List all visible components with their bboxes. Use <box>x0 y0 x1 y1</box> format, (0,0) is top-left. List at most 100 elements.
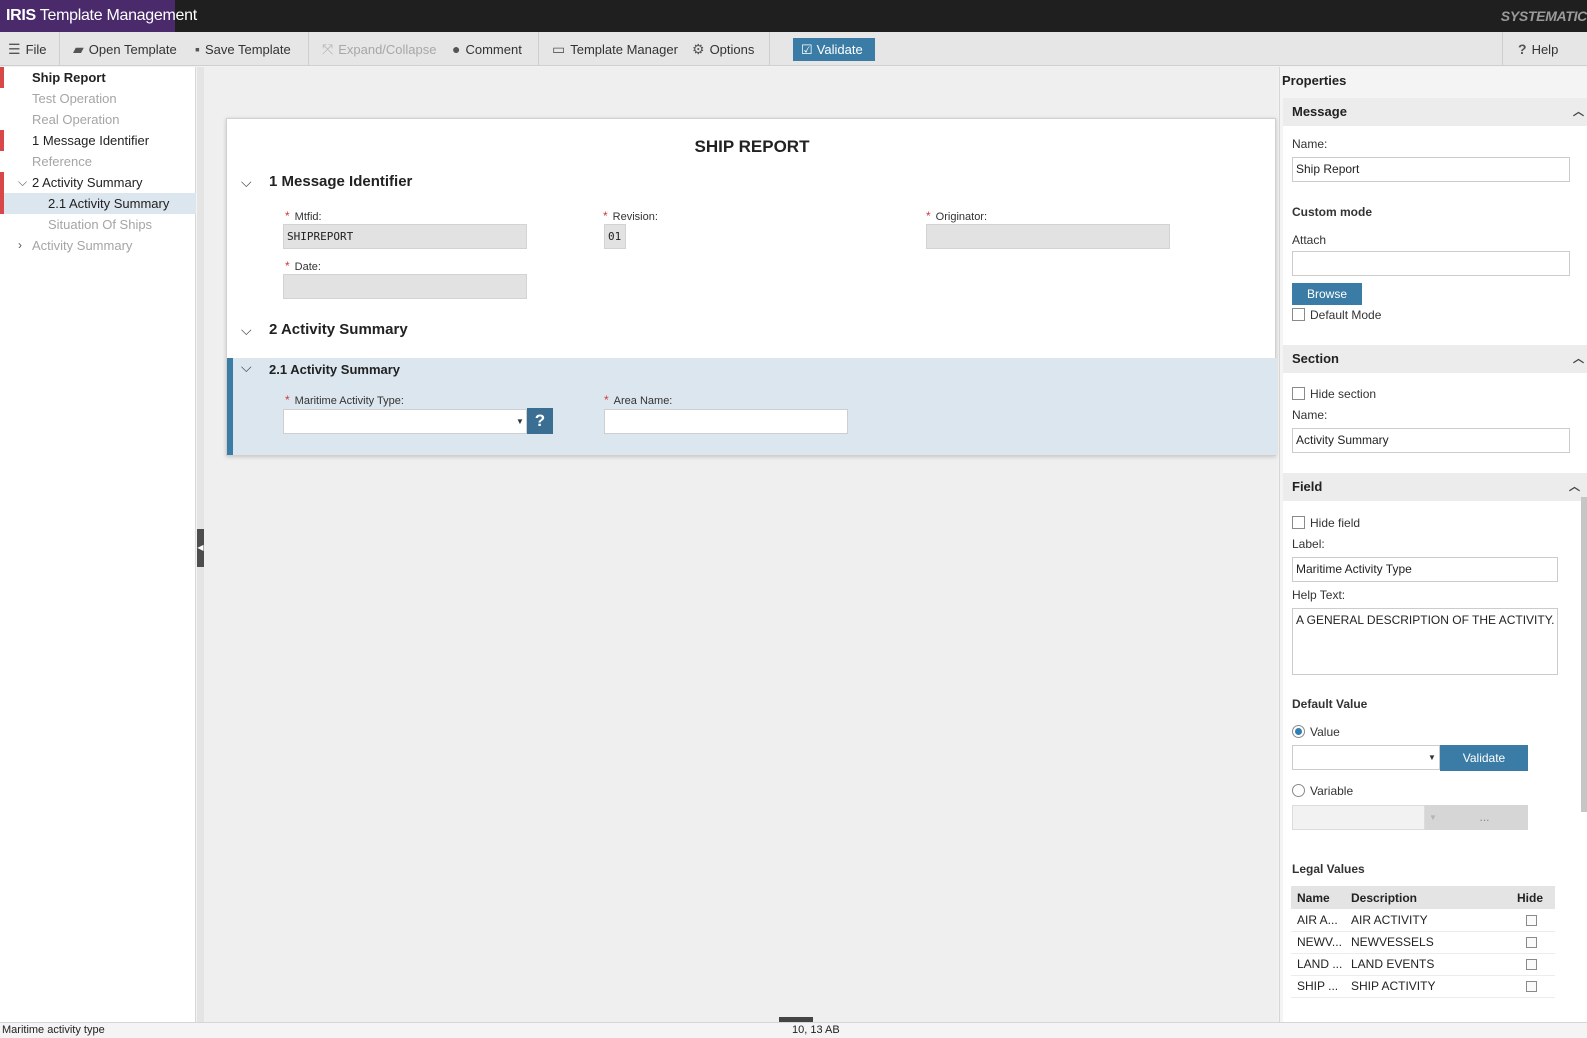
tree-item-label: 2.1 Activity Summary <box>48 196 170 211</box>
save-template-button[interactable]: ▪ Save Template <box>195 32 291 66</box>
hide-checkbox[interactable] <box>1525 959 1537 971</box>
tree-item-reference[interactable]: Reference <box>0 151 196 172</box>
window-icon: ▭ <box>552 41 566 57</box>
chevron-down-icon[interactable]: ⌵ <box>241 322 252 339</box>
hide-checkbox[interactable] <box>1525 915 1537 927</box>
expand-collapse-label: Expand/Collapse <box>338 42 437 57</box>
dropdown-arrow-icon[interactable]: ▼ <box>516 417 524 426</box>
field-label-label: Label: <box>1292 537 1325 551</box>
section-section-header[interactable]: Section ︿ <box>1283 345 1587 373</box>
hide-cell <box>1507 909 1555 932</box>
message-section-header[interactable]: Message ︿ <box>1283 98 1587 126</box>
value-radio[interactable] <box>1292 725 1305 738</box>
tree-item-ship-report[interactable]: Ship Report <box>0 67 196 88</box>
open-template-button[interactable]: ▰ Open Template <box>73 32 177 66</box>
legal-value-description: SHIP ACTIVITY <box>1345 975 1507 998</box>
tree-item-label: 2 Activity Summary <box>32 175 143 190</box>
date-input[interactable] <box>283 274 527 299</box>
tree-item-message-identifier[interactable]: 1 Message Identifier <box>0 130 196 151</box>
tree-item-activity-summary[interactable]: ⌵ 2 Activity Summary <box>0 172 196 193</box>
default-mode-checkbox[interactable] <box>1292 308 1305 321</box>
chevron-right-icon[interactable]: › <box>18 235 22 256</box>
variable-browse-button[interactable]: ... <box>1441 805 1528 830</box>
tree-item-test-operation[interactable]: Test Operation <box>0 88 196 109</box>
validate-label: Validate <box>816 42 863 57</box>
tree-item-activity-summary-collapsed[interactable]: › Activity Summary <box>0 235 196 256</box>
field-label-input[interactable]: Maritime Activity Type <box>1292 557 1558 582</box>
revision-input[interactable]: 01 <box>604 224 626 249</box>
hide-section-checkbox[interactable] <box>1292 387 1305 400</box>
help-label: Help <box>1531 42 1559 57</box>
maritime-activity-type-select[interactable] <box>283 409 527 434</box>
table-row[interactable]: SHIP ... SHIP ACTIVITY <box>1291 975 1555 998</box>
file-menu-button[interactable]: ☰ File <box>8 32 47 66</box>
toolbar-separator <box>538 32 539 66</box>
comment-button[interactable]: ● Comment <box>452 32 522 66</box>
mtfid-input[interactable]: SHIPREPORT <box>283 224 527 249</box>
legal-value-description: LAND EVENTS <box>1345 953 1507 976</box>
legal-value-name: LAND ... <box>1291 953 1345 976</box>
help-button[interactable]: ? <box>527 408 553 434</box>
chevron-down-icon[interactable]: ⌵ <box>18 172 27 193</box>
tree-item-label: Real Operation <box>32 112 120 127</box>
hide-field-checkbox[interactable] <box>1292 516 1305 529</box>
date-label: * Date: <box>285 259 321 273</box>
help-button[interactable]: ? Help <box>1518 32 1558 66</box>
message-name-input[interactable]: Ship Report <box>1292 157 1570 182</box>
legal-value-name: NEWV... <box>1291 931 1345 954</box>
tree-item-label: Situation Of Ships <box>48 217 153 232</box>
attach-input[interactable] <box>1292 251 1570 276</box>
field-section-header[interactable]: Field ︿ <box>1283 473 1587 501</box>
dropdown-arrow-icon[interactable]: ▼ <box>1428 753 1436 762</box>
validate-toolbar-button[interactable]: ☑ Validate <box>793 38 875 61</box>
help-text-textarea[interactable]: A GENERAL DESCRIPTION OF THE ACTIVITY. <box>1292 608 1558 675</box>
section-name-input[interactable]: Activity Summary <box>1292 428 1570 453</box>
table-row[interactable]: AIR A... AIR ACTIVITY <box>1291 909 1555 932</box>
template-manager-button[interactable]: ▭ Template Manager <box>552 32 678 66</box>
column-header-hide[interactable]: Hide <box>1507 886 1555 909</box>
collapse-tree-handle[interactable]: ◀ <box>197 529 204 567</box>
message-name-label: Name: <box>1292 137 1328 151</box>
error-marker <box>0 172 4 193</box>
originator-input[interactable] <box>926 224 1170 249</box>
maritime-activity-type-label: * Maritime Activity Type: <box>285 393 404 407</box>
legal-values-label: Legal Values <box>1292 862 1365 876</box>
expand-collapse-button[interactable]: ⤧ Expand/Collapse <box>322 32 437 66</box>
column-header-description[interactable]: Description <box>1345 886 1507 909</box>
default-value-label: Default Value <box>1292 697 1368 711</box>
properties-scrollbar[interactable] <box>1581 497 1587 812</box>
required-asterisk: * <box>285 209 290 223</box>
variable-radio[interactable] <box>1292 784 1305 797</box>
originator-label: * Originator: <box>926 209 987 223</box>
chevron-up-icon[interactable]: ︿ <box>1569 473 1580 501</box>
chevron-down-icon[interactable]: ⌵ <box>241 174 252 191</box>
table-row[interactable]: NEWV... NEWVESSELS <box>1291 931 1555 954</box>
dropdown-arrow-icon[interactable]: ▼ <box>1425 805 1441 830</box>
area-name-input[interactable] <box>604 409 848 434</box>
toolbar-separator <box>59 32 60 66</box>
default-mode-label: Default Mode <box>1310 308 1382 322</box>
variable-select[interactable] <box>1292 805 1425 830</box>
tree-item-situation-of-ships[interactable]: Situation Of Ships <box>0 214 196 235</box>
chevron-up-icon[interactable]: ︿ <box>1573 98 1584 126</box>
variable-radio-label: Variable <box>1310 784 1354 798</box>
options-button[interactable]: ⚙ Options <box>692 32 754 66</box>
browse-button[interactable]: Browse <box>1292 283 1362 305</box>
column-header-name[interactable]: Name <box>1291 886 1345 909</box>
default-value-select[interactable] <box>1292 745 1440 770</box>
chevron-down-icon[interactable]: ⌵ <box>241 359 252 376</box>
tree-item-real-operation[interactable]: Real Operation <box>0 109 196 130</box>
tree-item-label: 1 Message Identifier <box>32 133 150 148</box>
section-title-activity-summary: 2 Activity Summary <box>269 321 408 338</box>
template-manager-label: Template Manager <box>570 42 678 57</box>
chevron-up-icon[interactable]: ︿ <box>1573 345 1584 373</box>
tree-item-label: Reference <box>32 154 92 169</box>
table-row[interactable]: LAND ... LAND EVENTS <box>1291 953 1555 976</box>
tree-item-activity-summary-2-1[interactable]: 2.1 Activity Summary <box>0 193 196 214</box>
maritime-activity-type-label-text: Maritime Activity Type: <box>294 395 404 407</box>
default-value-validate-button[interactable]: Validate <box>1440 745 1528 771</box>
hide-checkbox[interactable] <box>1525 981 1537 993</box>
question-icon: ? <box>1518 41 1527 57</box>
hide-field-label: Hide field <box>1310 516 1361 530</box>
hide-checkbox[interactable] <box>1525 937 1537 949</box>
